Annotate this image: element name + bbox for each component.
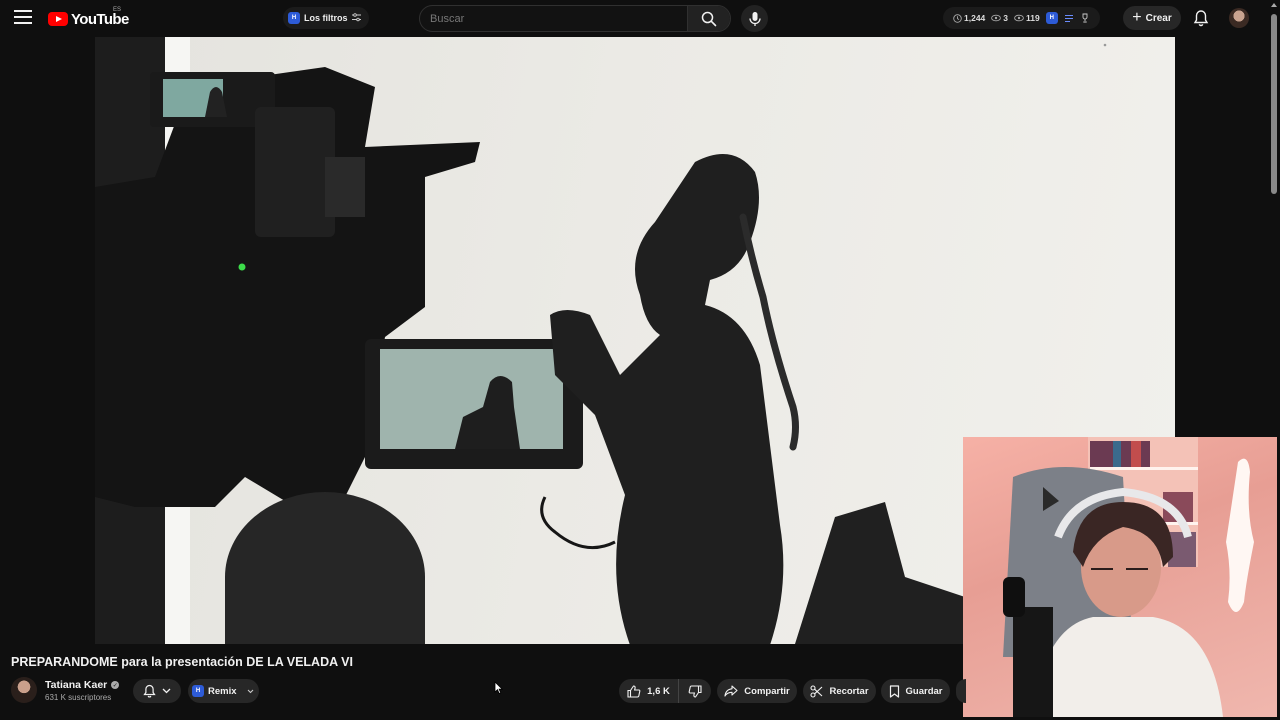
trophy-icon[interactable] [1080, 13, 1090, 23]
bell-icon [1193, 10, 1209, 27]
chevron-down-icon [162, 688, 171, 694]
remix-label: Remix [208, 685, 237, 697]
search-box [419, 5, 731, 32]
cursor-icon [494, 681, 503, 694]
like-button[interactable]: 1,6 K [619, 679, 679, 703]
remix-button[interactable]: H Remix [188, 679, 259, 703]
youtube-logo[interactable]: YouTube ES [48, 7, 129, 28]
stat-b: 119 [1014, 13, 1040, 23]
notifications-button[interactable] [1190, 7, 1212, 29]
plus-icon: + [1132, 8, 1142, 26]
list-icon[interactable] [1064, 14, 1074, 23]
voice-search-button[interactable] [741, 5, 768, 32]
scrollbar-thumb[interactable] [1271, 14, 1277, 194]
clip-label: Recortar [829, 685, 869, 697]
bell-icon [143, 684, 156, 698]
watched-count: 1,244 [964, 13, 986, 23]
save-label: Guardar [905, 685, 943, 697]
like-count: 1,6 K [647, 685, 670, 697]
search-icon [701, 11, 717, 26]
more-actions-button[interactable] [956, 679, 966, 703]
clock-icon [953, 13, 962, 23]
share-icon [724, 685, 738, 697]
create-label: Crear [1145, 12, 1172, 24]
eye-icon [1014, 14, 1024, 22]
video-title: PREPARANDOME para la presentación DE LA … [11, 655, 353, 669]
webcam-image [1003, 437, 1254, 717]
verified-icon: ✓ [111, 681, 120, 689]
scroll-up-icon[interactable] [1271, 3, 1277, 7]
channel-avatar[interactable] [11, 677, 37, 703]
search-button[interactable] [687, 6, 730, 31]
extension-stats[interactable]: 1,244 3 119 H [943, 7, 1100, 29]
logo-wordmark: YouTube [71, 10, 129, 28]
bookmark-icon [889, 684, 899, 698]
extension-badge-icon: H [192, 685, 204, 697]
extension-badge-icon: H [1045, 12, 1058, 24]
mic-icon [748, 11, 761, 26]
like-icon [627, 684, 641, 698]
save-button[interactable]: Guardar [881, 679, 950, 703]
filters-button[interactable]: H Los filtros [283, 7, 369, 29]
chevron-down-icon[interactable] [247, 689, 254, 694]
masthead: YouTube ES H Los filtros 1,244 3 119 H [0, 0, 1280, 37]
channel-name-row[interactable]: Tatiana Kaer ✓ [45, 679, 120, 691]
extension-badge-icon: H [288, 12, 300, 24]
share-button[interactable]: Compartir [717, 679, 797, 703]
tune-icon [351, 12, 361, 24]
scissors-icon [810, 684, 823, 698]
menu-icon[interactable] [14, 10, 32, 26]
search-input[interactable] [420, 6, 687, 31]
youtube-logo-icon [48, 12, 68, 26]
clip-button[interactable]: Recortar [803, 679, 876, 703]
like-dislike-group: 1,6 K [619, 679, 711, 703]
watched-stat: 1,244 [953, 13, 985, 23]
subscriber-count: 631 K suscriptores [45, 693, 112, 702]
eye-icon [991, 14, 1002, 22]
subscription-notifications-button[interactable] [133, 679, 181, 703]
stat-a-count: 3 [1003, 13, 1009, 23]
stat-b-count: 119 [1026, 13, 1040, 23]
dislike-icon [688, 684, 702, 698]
dislike-button[interactable] [679, 679, 711, 703]
webcam-overlay [963, 437, 1277, 717]
stat-a: 3 [991, 13, 1008, 23]
filters-label: Los filtros [304, 13, 348, 23]
share-label: Compartir [744, 685, 790, 697]
region-code: ES [113, 7, 122, 13]
account-avatar[interactable] [1229, 8, 1249, 28]
channel-name[interactable]: Tatiana Kaer [45, 679, 107, 691]
create-button[interactable]: + Crear [1123, 6, 1181, 30]
